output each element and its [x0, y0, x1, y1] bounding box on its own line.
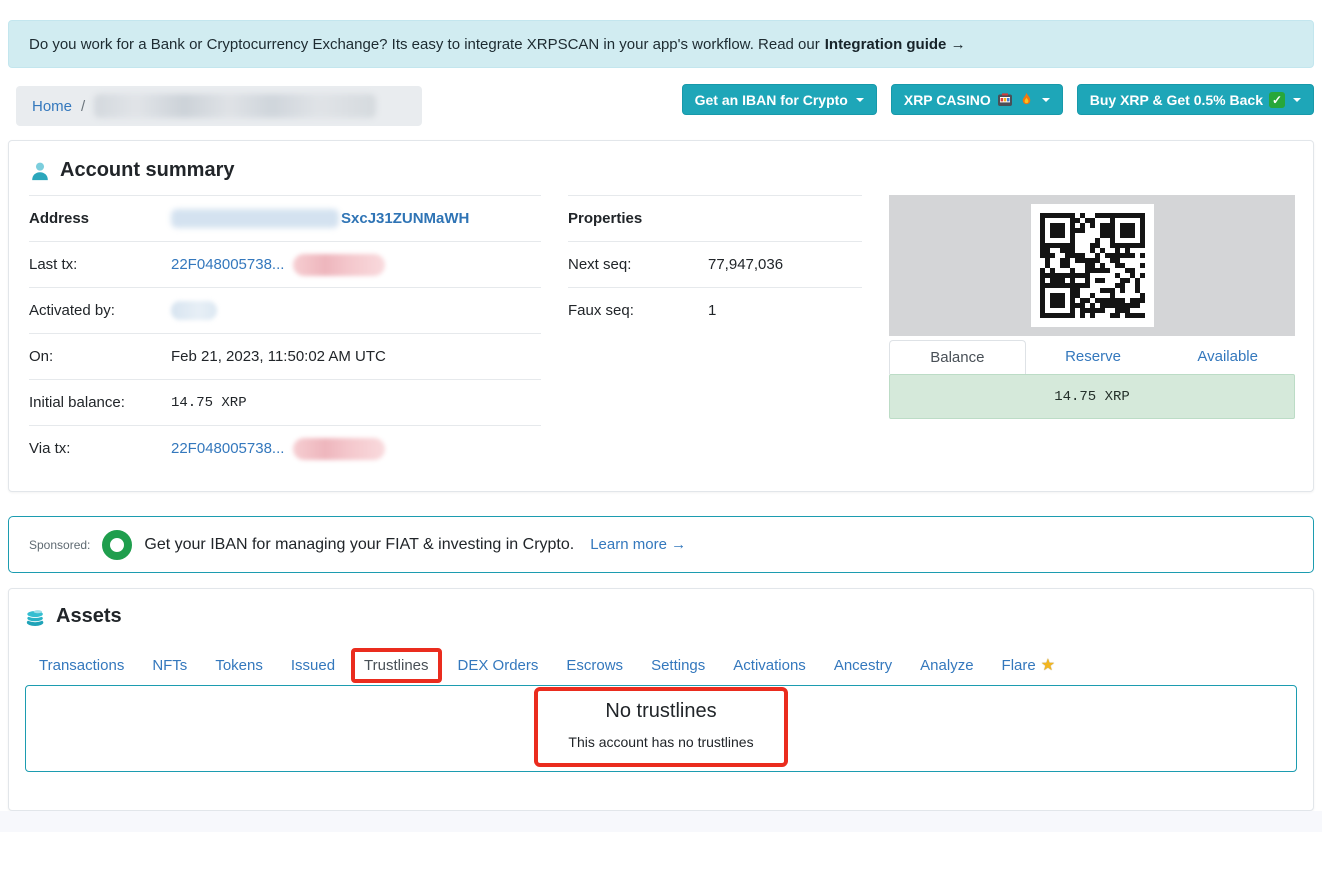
activated-on-row: On: Feb 21, 2023, 11:50:02 AM UTC: [29, 333, 541, 379]
sponsored-learn-more-link[interactable]: Learn more →: [590, 536, 686, 553]
get-iban-button-label: Get an IBAN for Crypto: [694, 91, 848, 108]
sponsored-bar: Sponsored: Get your IBAN for managing yo…: [8, 516, 1314, 573]
account-summary-title: Account summary: [60, 159, 235, 181]
address-link[interactable]: SxcJ31ZUNMaWH: [341, 210, 469, 227]
buy-xrp-button[interactable]: Buy XRP & Get 0.5% Back ✓: [1076, 84, 1314, 115]
breadcrumb-separator: /: [81, 97, 86, 115]
faux-seq-label: Faux seq:: [568, 302, 634, 319]
balance-value: 14.75 XRP: [1054, 388, 1130, 405]
star-icon: ★: [1040, 657, 1056, 674]
qr-panel: [889, 195, 1295, 336]
redacted-address-blur: [171, 209, 339, 228]
balance-panel: Balance Reserve Available 14.75 XRP: [889, 195, 1295, 471]
integration-guide-link[interactable]: Integration guide →: [825, 36, 966, 53]
empty-state-subtitle: This account has no trustlines: [568, 733, 754, 750]
properties-title: Properties: [568, 210, 643, 227]
chevron-down-icon: [1041, 97, 1050, 102]
check-icon: ✓: [1269, 91, 1285, 108]
redacted-tx-tag-blur: [293, 253, 386, 276]
sponsor-logo-icon: [102, 529, 133, 560]
chevron-down-icon: [855, 97, 864, 102]
balance-value-box: 14.75 XRP: [889, 374, 1295, 419]
empty-state-title: No trustlines: [605, 699, 717, 722]
properties-table: Properties Next seq: 77,947,036 Faux seq…: [568, 195, 862, 471]
tab-balance[interactable]: Balance: [889, 340, 1026, 374]
last-tx-row: Last tx: 22F048005738...: [29, 241, 541, 287]
properties-header-row: Properties: [568, 195, 862, 241]
tab-issued[interactable]: Issued: [277, 652, 349, 679]
qr-code: [1030, 204, 1154, 327]
tab-transactions[interactable]: Transactions: [25, 652, 138, 679]
faux-seq-row: Faux seq: 1: [568, 287, 862, 333]
xrp-casino-button[interactable]: XRP CASINO: [890, 84, 1063, 115]
tab-tokens[interactable]: Tokens: [201, 652, 277, 679]
redacted-tx-tag-blur: [293, 437, 386, 460]
fire-icon: [1019, 92, 1034, 107]
header-buttons: Get an IBAN for Crypto XRP CASINO Buy XR…: [681, 84, 1314, 115]
activated-on-label: On:: [29, 348, 54, 365]
promo-banner: Do you work for a Bank or Cryptocurrency…: [8, 20, 1314, 68]
assets-card: Assets Transactions NFTs Tokens Issued T…: [8, 588, 1314, 811]
tab-reserve[interactable]: Reserve: [1026, 340, 1161, 374]
tab-ancestry[interactable]: Ancestry: [820, 652, 906, 679]
activated-by-label: Activated by:: [29, 302, 115, 319]
initial-balance-value: 14.75 XRP: [171, 394, 247, 411]
account-detail-table: Address SxcJ31ZUNMaWH Last tx: 22F048005…: [29, 195, 541, 471]
tab-analyze[interactable]: Analyze: [906, 652, 987, 679]
tab-dex-orders[interactable]: DEX Orders: [444, 652, 553, 679]
get-iban-button[interactable]: Get an IBAN for Crypto: [681, 84, 877, 115]
annotation-box-trustlines-tab: Trustlines: [351, 647, 442, 683]
page-footer-strip: [0, 811, 1322, 832]
last-tx-link[interactable]: 22F048005738...: [171, 256, 284, 273]
tab-trustlines[interactable]: Trustlines: [364, 657, 428, 674]
account-summary-grid: Address SxcJ31ZUNMaWH Last tx: 22F048005…: [29, 195, 1295, 471]
address-label: Address: [29, 210, 90, 227]
account-summary-card: Account summary Address SxcJ31ZUNMaWH La…: [8, 140, 1314, 492]
account-summary-header: Account summary: [29, 159, 1293, 182]
tab-nfts[interactable]: NFTs: [138, 652, 201, 679]
assets-title: Assets: [56, 605, 122, 627]
via-tx-row: Via tx: 22F048005738...: [29, 425, 541, 471]
annotation-box-empty-state: No trustlines This account has no trustl…: [534, 686, 788, 767]
tab-flare[interactable]: Flare ★: [988, 650, 1070, 680]
next-seq-value: 77,947,036: [708, 256, 784, 273]
address-row: Address SxcJ31ZUNMaWH: [29, 195, 541, 241]
chevron-down-icon: [1293, 97, 1301, 102]
via-tx-label: Via tx:: [29, 440, 71, 457]
tab-flare-label: Flare: [1001, 657, 1036, 674]
slot-machine-icon: [997, 92, 1013, 108]
promo-banner-text: Do you work for a Bank or Cryptocurrency…: [29, 35, 820, 53]
next-seq-label: Next seq:: [568, 256, 632, 273]
via-tx-link[interactable]: 22F048005738...: [171, 440, 284, 457]
tab-activations[interactable]: Activations: [719, 652, 820, 679]
tab-available[interactable]: Available: [1160, 340, 1295, 374]
balance-tabs: Balance Reserve Available: [889, 340, 1295, 374]
initial-balance-row: Initial balance: 14.75 XRP: [29, 379, 541, 425]
activated-on-value: Feb 21, 2023, 11:50:02 AM UTC: [171, 348, 386, 365]
breadcrumb: Home /: [16, 86, 422, 126]
faux-seq-value: 1: [708, 302, 717, 319]
redacted-activator-blur: [171, 301, 217, 320]
last-tx-label: Last tx:: [29, 256, 78, 273]
initial-balance-label: Initial balance:: [29, 394, 125, 411]
breadcrumb-home-link[interactable]: Home: [32, 98, 72, 115]
xrp-casino-button-label: XRP CASINO: [903, 91, 991, 108]
assets-tabs: Transactions NFTs Tokens Issued Trustlin…: [25, 647, 1297, 683]
next-seq-row: Next seq: 77,947,036: [568, 241, 862, 287]
buy-xrp-button-label: Buy XRP & Get 0.5% Back: [1089, 91, 1263, 108]
sponsored-label: Sponsored:: [29, 537, 91, 552]
coins-stack-icon: [25, 606, 47, 628]
sponsored-text: Get your IBAN for managing your FIAT & i…: [144, 535, 575, 553]
trustlines-content-panel: No trustlines This account has no trustl…: [25, 685, 1297, 772]
tab-escrows[interactable]: Escrows: [552, 652, 637, 679]
assets-header: Assets: [25, 605, 1297, 628]
activated-by-row: Activated by:: [29, 287, 541, 333]
person-icon: [29, 160, 51, 182]
tab-settings[interactable]: Settings: [637, 652, 719, 679]
toolbar-row: Home / Get an IBAN for Crypto XRP CASINO…: [8, 84, 1314, 126]
redacted-breadcrumb-address: [94, 94, 377, 118]
